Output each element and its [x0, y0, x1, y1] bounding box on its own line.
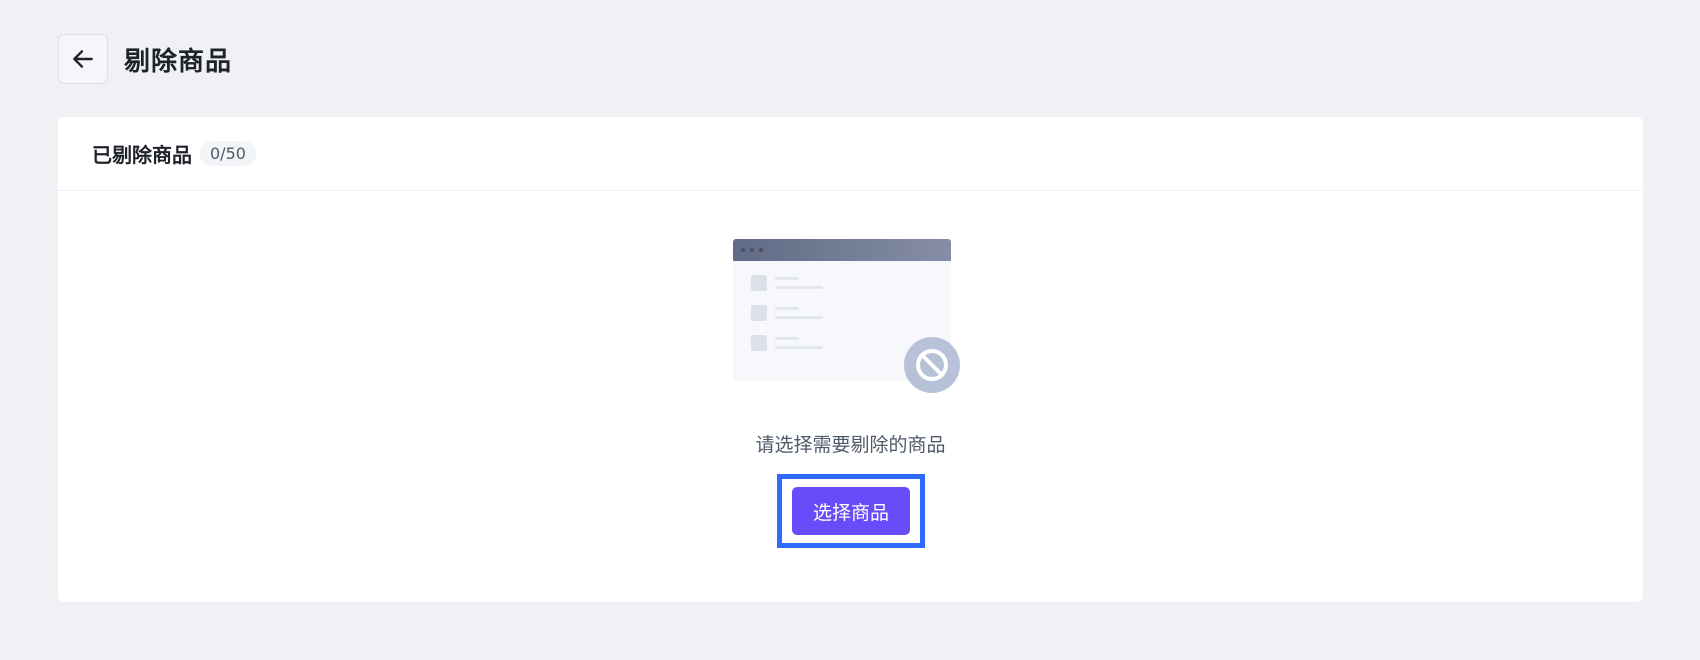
removed-products-card: 已剔除商品 0/50 请选择需要剔除的商品 选择商品 — [58, 117, 1643, 602]
arrow-left-icon — [73, 50, 93, 68]
card-header: 已剔除商品 0/50 — [58, 117, 1643, 191]
select-button-highlight: 选择商品 — [777, 474, 925, 548]
empty-message: 请选择需要剔除的商品 — [755, 434, 946, 456]
no-entry-icon — [904, 337, 960, 393]
count-badge: 0/50 — [200, 141, 256, 166]
back-button[interactable] — [58, 34, 108, 84]
page-header: 剔除商品 — [58, 34, 232, 84]
card-title: 已剔除商品 — [92, 143, 192, 167]
empty-list-illustration — [733, 239, 960, 393]
page-title: 剔除商品 — [124, 46, 233, 77]
select-products-button[interactable]: 选择商品 — [792, 487, 910, 535]
